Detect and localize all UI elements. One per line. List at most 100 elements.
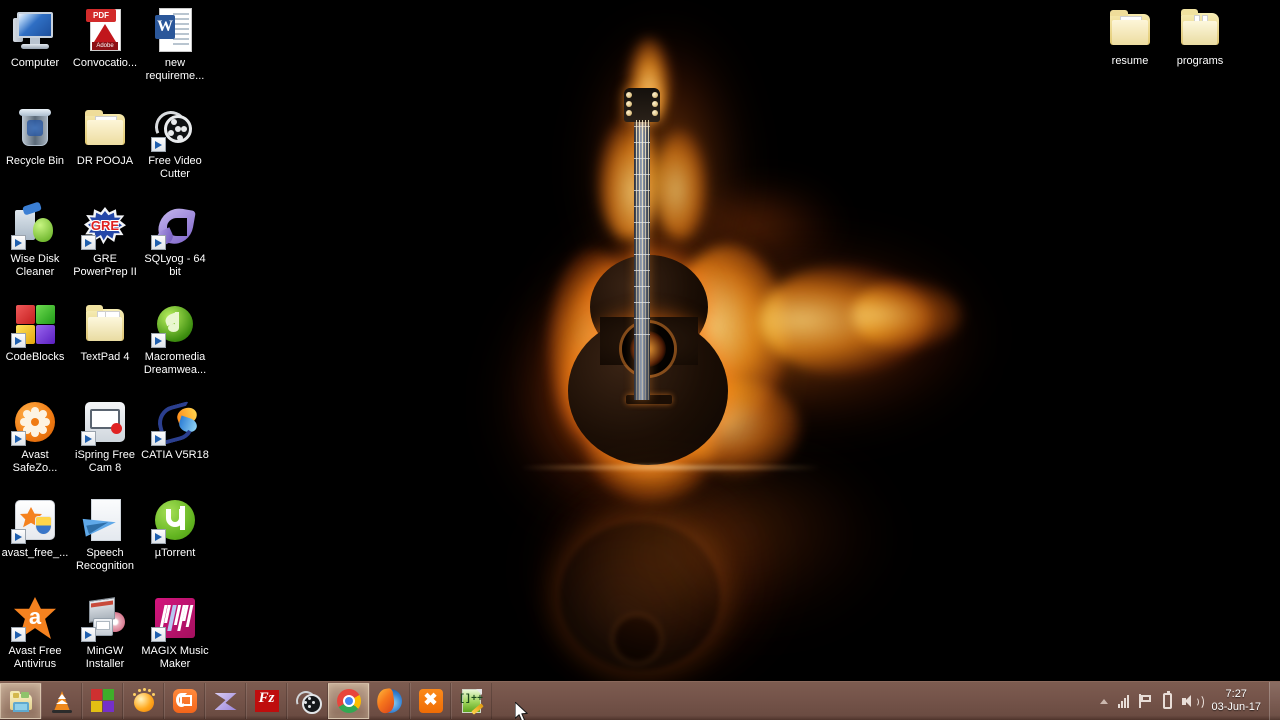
desktop-icon[interactable]: Macromedia Dreamwea... <box>140 300 210 377</box>
gre-starburst-icon: GRE <box>81 202 129 250</box>
system-tray: 7:27 03-Jun-17 <box>1095 682 1280 720</box>
shortcut-overlay-icon <box>11 627 26 642</box>
desktop-icon[interactable]: µTorrent <box>140 496 210 560</box>
catia-swirl-icon <box>151 398 200 446</box>
desktop-icon[interactable]: a Avast Free Antivirus <box>0 594 70 671</box>
desktop-icon-label: Wise Disk Cleaner <box>10 253 60 278</box>
desktop-icon[interactable]: CodeBlocks <box>0 300 70 364</box>
desktop-icon-label: CodeBlocks <box>5 351 65 363</box>
desktop-icon[interactable]: DR POOJA <box>70 104 140 168</box>
desktop-icon-label: resume <box>1111 55 1149 67</box>
vlc-cone-icon <box>49 688 75 714</box>
taskbar-button-sun-app[interactable] <box>123 683 164 719</box>
dreamweaver-green-orb-icon <box>151 300 199 348</box>
desktop-icon[interactable]: iSpring Free Cam 8 <box>70 398 140 475</box>
spray-bottle-cleaner-icon <box>11 201 59 250</box>
film-reel-icon <box>292 687 322 715</box>
word-document-icon: W <box>151 6 199 54</box>
desktop-icon-label: Avast SafeZo... <box>12 449 58 474</box>
taskbar-button-codeblocks[interactable] <box>82 683 123 719</box>
shortcut-overlay-icon <box>151 235 166 250</box>
shortcut-overlay-icon <box>151 333 166 348</box>
tray-action-center-button[interactable] <box>1134 682 1158 720</box>
desktop-icon[interactable]: MinGW Installer <box>70 594 140 671</box>
desktop-icon[interactable]: avast_free_... <box>0 496 70 560</box>
desktop-icon-label: Recycle Bin <box>5 155 65 167</box>
codeblocks-squares-icon <box>90 688 116 714</box>
filezilla-icon: Fz <box>254 688 280 714</box>
clock-time: 7:27 <box>1225 688 1247 700</box>
desktop-icon[interactable]: Computer <box>0 6 70 70</box>
shortcut-overlay-icon <box>81 627 96 642</box>
magix-music-maker-icon <box>151 594 199 642</box>
desktop-icon-label: µTorrent <box>154 547 196 559</box>
clock-date: 03-Jun-17 <box>1211 701 1261 713</box>
tray-show-hidden-icons-button[interactable] <box>1095 682 1113 720</box>
shortcut-overlay-icon <box>81 235 96 250</box>
desktop-icon[interactable]: Free Video Cutter <box>140 104 210 181</box>
chrome-icon <box>336 688 362 714</box>
taskbar-clock[interactable]: 7:27 03-Jun-17 <box>1205 688 1269 714</box>
taskbar-button-google-chrome[interactable] <box>328 683 369 719</box>
desktop-icon-label: new requireme... <box>145 57 205 82</box>
codeblocks-squares-icon <box>11 300 59 348</box>
desktop-icon[interactable]: Avast SafeZo... <box>0 398 70 475</box>
avast-antivirus-icon: a <box>11 594 59 642</box>
desktop-icon[interactable]: MAGIX Music Maker <box>140 594 210 671</box>
desktop-icon-label: Avast Free Antivirus <box>8 645 62 670</box>
desktop-icon[interactable]: Speech Recognition <box>70 496 140 573</box>
desktop-icon[interactable]: Adobe PDF Convocatio... <box>70 6 140 70</box>
taskbar-button-uc-browser[interactable] <box>164 683 205 719</box>
desktop-icon[interactable]: CATIA V5R18 <box>140 398 210 462</box>
desktop-icon[interactable]: Recycle Bin <box>0 104 70 168</box>
firefox-icon <box>374 687 403 715</box>
shortcut-overlay-icon <box>11 529 26 544</box>
desktop-icon[interactable]: Wnew requireme... <box>140 6 210 83</box>
shortcut-overlay-icon <box>81 431 96 446</box>
shortcut-overlay-icon <box>151 529 166 544</box>
show-desktop-button[interactable] <box>1269 682 1280 720</box>
desktop-icon-label: iSpring Free Cam 8 <box>75 449 135 474</box>
tray-volume-button[interactable] <box>1177 682 1205 720</box>
tray-battery-button[interactable] <box>1158 682 1177 720</box>
adobe-pdf-document-icon: Adobe PDF <box>81 6 129 54</box>
action-center-flag-icon <box>1139 694 1153 708</box>
desktop-icon-label: GRE PowerPrep II <box>73 253 137 278</box>
taskbar-button-free-video-cutter[interactable] <box>287 683 328 719</box>
network-signal-bars-icon <box>1118 694 1130 708</box>
taskbar-button-xampp[interactable]: ✖ <box>410 683 451 719</box>
taskbar-button-vlc[interactable] <box>41 683 82 719</box>
taskbar-button-mozilla-firefox[interactable] <box>369 683 410 719</box>
windows-explorer-icon <box>8 688 34 714</box>
folder-plain-icon <box>1176 4 1224 52</box>
shortcut-overlay-icon <box>11 431 26 446</box>
xampp-icon: ✖ <box>418 688 444 714</box>
desktop-icon-label: TextPad 4 <box>80 351 130 363</box>
desktop-icon-label: MAGIX Music Maker <box>141 645 209 670</box>
mingw-installer-icon <box>81 594 129 642</box>
shortcut-overlay-icon <box>151 431 166 446</box>
desktop-icon-label: MinGW Installer <box>85 645 125 670</box>
shortcut-overlay-icon <box>11 333 26 348</box>
chevron-up-icon <box>1100 698 1109 704</box>
taskbar-button-notepad-plus-plus[interactable]: []++ <box>451 683 492 719</box>
taskbar-button-filezilla[interactable]: Fz <box>246 683 287 719</box>
volume-speaker-icon <box>1182 693 1205 710</box>
taskbar-button-windows-explorer[interactable] <box>0 683 41 719</box>
desktop-icon[interactable]: SQLyog - 64 bit <box>140 202 210 279</box>
uc-browser-icon <box>172 688 198 714</box>
desktop-icon-label: Macromedia Dreamwea... <box>143 351 207 376</box>
desktop-icon[interactable]: programs <box>1165 4 1235 68</box>
desktop-icon[interactable]: GRE GRE PowerPrep II <box>70 202 140 279</box>
shortcut-overlay-icon <box>11 235 26 250</box>
desktop-icon[interactable]: resume <box>1095 4 1165 68</box>
folder-open-icon <box>81 300 129 348</box>
taskbar-pinned-buttons: Fz ✖ []++ <box>0 682 492 720</box>
desktop-icon-label: DR POOJA <box>76 155 134 167</box>
desktop-icon[interactable]: TextPad 4 <box>70 300 140 364</box>
desktop-icon[interactable]: Wise Disk Cleaner <box>0 201 70 279</box>
taskbar-button-media-player[interactable] <box>205 683 246 719</box>
desktop-screen: Computer Adobe PDF Convocatio... Wnew requir… <box>0 0 1280 720</box>
tray-network-icon-button[interactable] <box>1113 682 1134 720</box>
speech-recognition-icon <box>81 496 129 544</box>
